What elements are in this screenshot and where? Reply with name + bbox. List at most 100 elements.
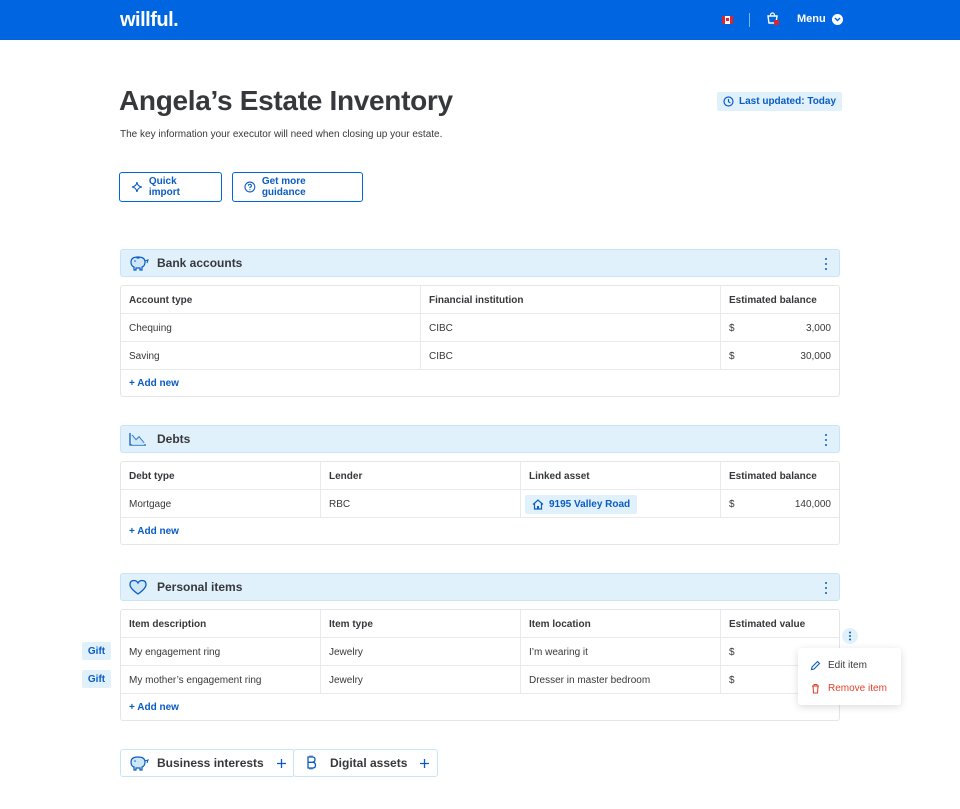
institution-cell: CIBC [421, 314, 721, 342]
add-bank-account-link[interactable]: + Add new [121, 370, 839, 397]
trash-icon [812, 683, 819, 694]
bank-accounts-title: Bank accounts [157, 256, 243, 270]
item-description-cell: My engagement ring [121, 638, 321, 666]
personal-items-kebab-icon[interactable] [822, 582, 830, 594]
nav-divider [749, 13, 750, 27]
column-header: Item type [321, 610, 521, 638]
add-personal-item-link[interactable]: + Add new [121, 694, 839, 721]
canada-flag-icon[interactable] [722, 16, 733, 24]
last-updated-badge: Last updated: Today [717, 92, 843, 111]
linked-asset-cell: 9195 Valley Road [521, 490, 721, 518]
debts-section-header: Debts [120, 425, 840, 453]
item-location-cell: Dresser in master bedroom [521, 666, 721, 694]
table-row[interactable]: Chequing CIBC $3,000 [121, 314, 839, 342]
get-more-guidance-label: Get more guidance [261, 176, 306, 198]
currency-symbol: $ [729, 350, 735, 362]
add-digital-assets-button[interactable]: Digital assets [293, 749, 439, 777]
help-circle-icon [244, 181, 256, 193]
row-kebab-icon[interactable] [842, 628, 858, 644]
table-header-row: Account type Financial institution Estim… [121, 286, 839, 314]
lender-cell: RBC [321, 490, 521, 518]
personal-items-section-header: Personal items [120, 573, 840, 601]
column-header: Account type [121, 286, 421, 314]
bitcoin-icon [307, 755, 317, 770]
top-navigation-bar: willful. Menu [0, 0, 960, 40]
balance-value: 3,000 [805, 322, 831, 334]
gift-badge[interactable]: Gift [82, 642, 111, 660]
willful-logo[interactable]: willful. [120, 9, 179, 32]
balance-cell: $140,000 [721, 490, 839, 518]
debt-type-cell: Mortgage [121, 490, 321, 518]
account-type-cell: Chequing [121, 314, 421, 342]
linked-asset-chip[interactable]: 9195 Valley Road [525, 494, 638, 514]
add-debt-link[interactable]: + Add new [121, 518, 839, 545]
personal-items-title: Personal items [157, 580, 243, 594]
column-header: Estimated balance [729, 294, 817, 306]
item-location-cell: I’m wearing it [521, 638, 721, 666]
digital-assets-label: Digital assets [330, 756, 408, 770]
institution-cell: CIBC [421, 342, 721, 370]
table-row[interactable]: Mortgage RBC 9195 Valley Road $140,000 [121, 490, 839, 518]
sparkle-icon [131, 181, 142, 193]
column-header: Item location [521, 610, 721, 638]
balance-value: 140,000 [794, 498, 831, 510]
column-header: Financial institution [421, 286, 721, 314]
quick-import-button[interactable]: Quick import [119, 172, 222, 202]
page-title: Angela’s Estate Inventory [119, 85, 453, 116]
balance-cell: $3,000 [721, 314, 839, 342]
remove-item-menu-item[interactable]: Remove item [810, 680, 887, 696]
table-row[interactable]: Saving CIBC $30,000 [121, 342, 839, 370]
heart-icon [129, 579, 147, 595]
personal-items-table: Item description Item type Item location… [120, 609, 840, 721]
item-description-cell: My mother’s engagement ring [121, 666, 321, 694]
get-more-guidance-button[interactable]: Get more guidance [232, 172, 363, 202]
bank-accounts-kebab-icon[interactable] [822, 258, 830, 270]
table-row[interactable]: My mother’s engagement ring Jewelry Dres… [121, 666, 839, 694]
balance-value: 30,000 [800, 350, 831, 362]
add-business-interests-button[interactable]: Business interests [120, 749, 295, 777]
cart-icon[interactable] [766, 12, 780, 26]
column-header: Estimated balance [729, 470, 817, 482]
currency-symbol: $ [729, 322, 735, 334]
account-type-cell: Saving [121, 342, 421, 370]
edit-item-menu-item[interactable]: Edit item [810, 657, 867, 673]
remove-item-label: Remove item [828, 682, 887, 694]
table-header-row: Debt type Lender Linked asset Estimated … [121, 462, 839, 490]
table-header-row: Item description Item type Item location… [121, 610, 839, 638]
last-updated-text: Last updated: Today [739, 96, 837, 107]
debts-title: Debts [157, 432, 191, 446]
clock-icon [723, 96, 734, 107]
column-header: Lender [321, 462, 521, 490]
item-type-cell: Jewelry [321, 638, 521, 666]
piggy-bank-icon [130, 256, 149, 271]
table-row[interactable]: My engagement ring Jewelry I’m wearing i… [121, 638, 839, 666]
debts-table: Debt type Lender Linked asset Estimated … [120, 461, 840, 545]
menu-button[interactable]: Menu [797, 13, 843, 25]
menu-label: Menu [797, 13, 826, 25]
debts-kebab-icon[interactable] [822, 434, 830, 446]
piggy-bank-icon [130, 756, 149, 771]
item-type-cell: Jewelry [321, 666, 521, 694]
column-header: Linked asset [521, 462, 721, 490]
page-subtitle: The key information your executor will n… [120, 129, 443, 140]
gift-badge[interactable]: Gift [82, 670, 111, 688]
chevron-down-icon [831, 13, 843, 25]
balance-cell: $30,000 [721, 342, 839, 370]
plus-icon [276, 758, 286, 768]
edit-item-label: Edit item [828, 659, 867, 671]
business-interests-label: Business interests [157, 756, 264, 770]
chart-down-icon [129, 433, 146, 446]
currency-symbol: $ [729, 674, 735, 686]
column-header: Debt type [121, 462, 321, 490]
linked-asset-label: 9195 Valley Road [549, 498, 631, 510]
plus-icon [420, 758, 430, 768]
house-icon [532, 498, 544, 510]
column-header: Estimated value [729, 618, 806, 630]
quick-import-label: Quick import [148, 176, 180, 198]
pencil-icon [810, 660, 821, 670]
currency-symbol: $ [729, 498, 735, 510]
column-header: Item description [121, 610, 321, 638]
row-context-menu: Edit item Remove item [798, 648, 901, 705]
bank-accounts-table: Account type Financial institution Estim… [120, 285, 840, 397]
currency-symbol: $ [729, 646, 735, 658]
